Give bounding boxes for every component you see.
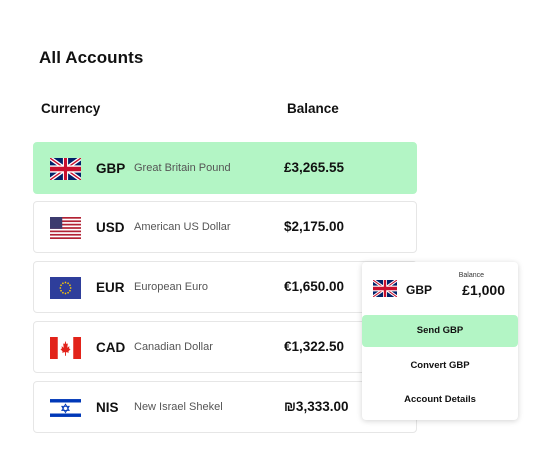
us-flag-icon — [50, 217, 81, 239]
currency-name: European Euro — [134, 281, 208, 293]
currency-name: Great Britain Pound — [134, 162, 231, 174]
currency-name: New Israel Shekel — [134, 401, 223, 413]
currency-code: EUR — [96, 280, 125, 295]
currency-code: GBP — [96, 161, 126, 176]
currency-code: NIS — [96, 400, 119, 415]
convert-gbp-button[interactable]: Convert GBP — [362, 350, 518, 382]
send-gbp-button[interactable]: Send GBP — [362, 315, 518, 347]
account-details-button[interactable]: Account Details — [362, 384, 518, 416]
account-balance: €1,650.00 — [284, 279, 345, 294]
account-row-usd[interactable]: USD American US Dollar $2,175.00 — [33, 201, 417, 253]
currency-code: CAD — [96, 340, 126, 355]
israel-flag-icon — [50, 397, 81, 419]
eu-flag-icon — [50, 277, 81, 299]
account-balance: £3,265.55 — [284, 160, 345, 175]
currency-code: USD — [96, 220, 125, 235]
account-balance: $2,175.00 — [284, 219, 345, 234]
balance-column-header: Balance — [287, 101, 339, 116]
popup-balance: £1,000 — [462, 282, 505, 298]
account-row-eur[interactable]: EUR European Euro €1,650.00 — [33, 261, 417, 313]
account-row-cad[interactable]: CAD Canadian Dollar €1,322.50 — [33, 321, 417, 373]
account-row-gbp[interactable]: GBP Great Britain Pound £3,265.55 — [33, 142, 417, 194]
currency-column-header: Currency — [41, 101, 101, 116]
uk-flag-icon — [50, 158, 81, 180]
popup-balance-label: Balance — [458, 272, 484, 279]
account-balance: €1,322.50 — [284, 339, 345, 354]
popup-currency-code: GBP — [406, 283, 433, 297]
canada-flag-icon — [50, 337, 81, 359]
page-title: All Accounts — [39, 48, 144, 67]
account-row-nis[interactable]: NIS New Israel Shekel ₪3,333.00 — [33, 381, 417, 433]
account-actions-popup: GBP Balance £1,000 Send GBP Convert GBP … — [362, 262, 518, 420]
account-balance: ₪3,333.00 — [284, 399, 349, 414]
currency-name: Canadian Dollar — [134, 341, 213, 353]
currency-name: American US Dollar — [134, 221, 231, 233]
uk-flag-icon — [373, 280, 397, 297]
